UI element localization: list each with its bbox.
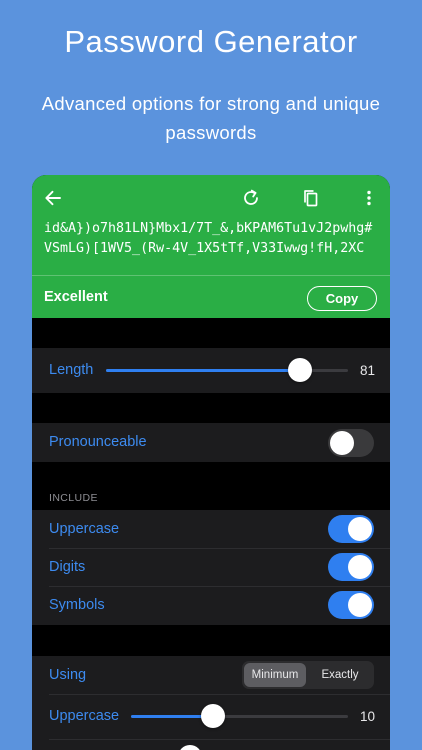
include-group: Uppercase Digits Symbols — [32, 510, 390, 625]
pronounceable-toggle[interactable] — [328, 429, 374, 457]
uppercase-toggle[interactable] — [328, 515, 374, 543]
min-uppercase-value: 10 — [360, 709, 376, 724]
strength-bar: Excellent Copy — [32, 275, 390, 318]
include-item-digits: Digits — [32, 548, 390, 586]
refresh-icon — [244, 189, 258, 205]
copy-password-button[interactable] — [296, 183, 326, 213]
min-uppercase-label: Uppercase — [49, 708, 120, 724]
include-digits-label: Digits — [49, 559, 86, 575]
copy-icon — [304, 190, 318, 207]
include-item-symbols: Symbols — [32, 586, 390, 625]
length-slider-fill — [106, 369, 300, 372]
copy-button[interactable]: Copy — [307, 286, 377, 311]
length-row: Length 81 — [32, 348, 390, 393]
divider — [49, 739, 390, 740]
using-segmented-control: Minimum Exactly — [242, 661, 374, 689]
include-symbols-label: Symbols — [49, 597, 105, 613]
include-uppercase-label: Uppercase — [49, 521, 120, 537]
toggle-knob — [348, 517, 372, 541]
segment-exactly[interactable]: Exactly — [308, 663, 372, 687]
include-section-header: INCLUDE — [49, 492, 98, 504]
toggle-knob — [330, 431, 354, 455]
app-screen: id&A})o7h81LN}Mbx1/7T_&,bKPAM6Tu1vJ2pwhg… — [32, 175, 390, 750]
min-uppercase-row: Uppercase 10 — [32, 694, 390, 739]
min-uppercase-slider-thumb[interactable] — [201, 704, 225, 728]
password-header: id&A})o7h81LN}Mbx1/7T_&,bKPAM6Tu1vJ2pwhg… — [32, 175, 390, 318]
minimum-group: Using Minimum Exactly Uppercase 10 — [32, 656, 390, 750]
regenerate-button[interactable] — [236, 183, 266, 213]
using-row: Using Minimum Exactly — [32, 656, 390, 694]
pronounceable-row: Pronounceable — [32, 423, 390, 462]
symbols-toggle[interactable] — [328, 591, 374, 619]
include-item-uppercase: Uppercase — [32, 510, 390, 548]
pronounceable-label: Pronounceable — [49, 434, 147, 450]
length-value: 81 — [360, 363, 376, 378]
arrow-left-icon — [45, 190, 61, 206]
toolbar — [32, 183, 390, 213]
using-label: Using — [49, 667, 87, 683]
length-label: Length — [49, 362, 94, 378]
min-uppercase-slider[interactable] — [131, 704, 348, 728]
promo-subtitle: Advanced options for strong and unique p… — [41, 93, 381, 143]
more-button[interactable] — [354, 183, 384, 213]
next-slider-thumb[interactable] — [178, 745, 202, 750]
length-slider-thumb[interactable] — [288, 358, 312, 382]
promo-title: Password Generator — [64, 24, 358, 59]
back-button[interactable] — [38, 183, 68, 213]
segment-minimum[interactable]: Minimum — [244, 663, 306, 687]
toggle-knob — [348, 593, 372, 617]
more-vert-icon — [367, 190, 371, 206]
digits-toggle[interactable] — [328, 553, 374, 581]
generated-password[interactable]: id&A})o7h81LN}Mbx1/7T_&,bKPAM6Tu1vJ2pwhg… — [44, 219, 380, 258]
length-slider[interactable] — [106, 358, 348, 382]
toggle-knob — [348, 555, 372, 579]
strength-label: Excellent — [44, 289, 108, 305]
